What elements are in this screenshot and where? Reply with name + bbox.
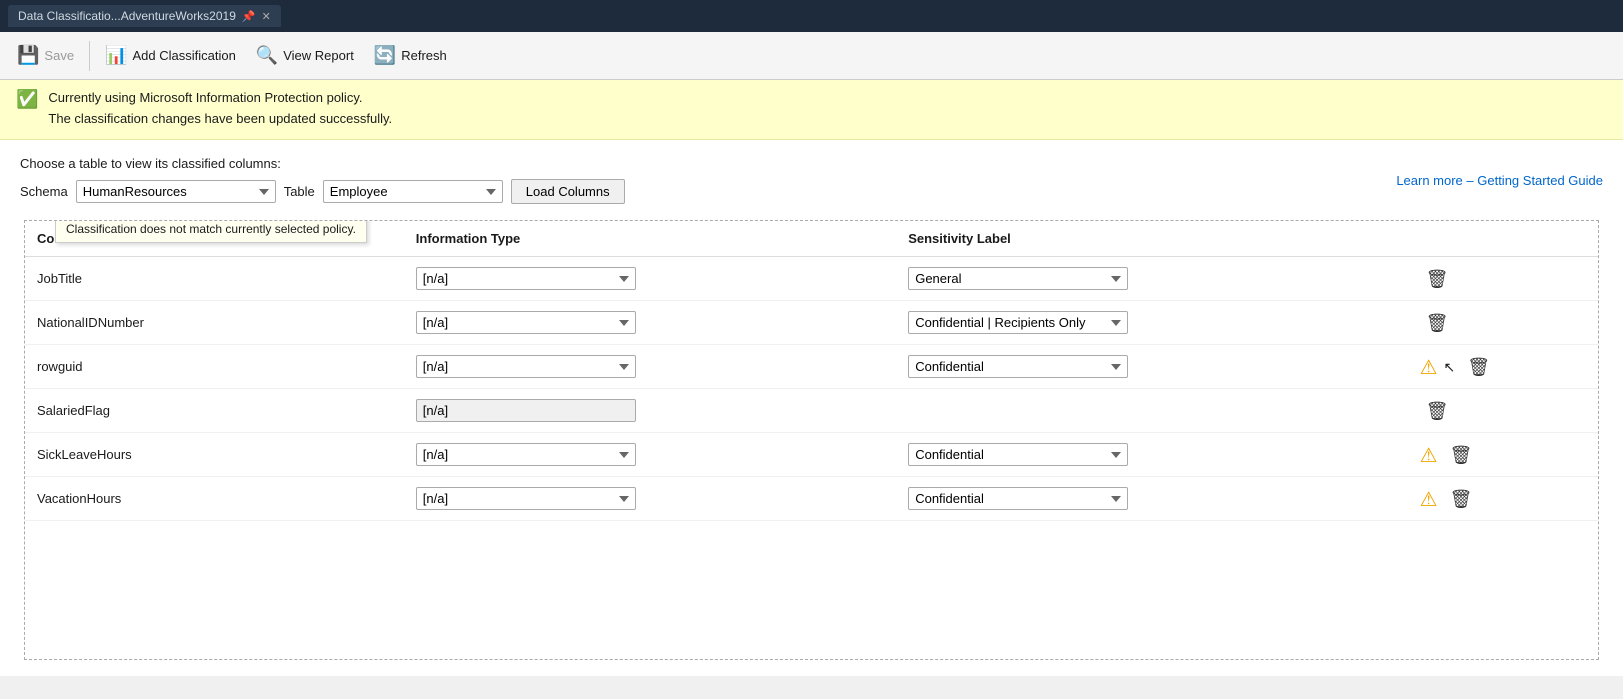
- table-row: VacationHours [n/a]CredentialsCredit Card…: [25, 477, 1598, 521]
- actions-cell: ⚠ ↖ 🗑: [1408, 345, 1598, 388]
- sensitivity-cell: GeneralConfidentialConfidential | Recipi…: [896, 257, 1407, 301]
- view-report-icon: 🔍: [256, 45, 278, 66]
- refresh-label: Refresh: [401, 48, 447, 63]
- delete-button[interactable]: 🗑: [1461, 355, 1496, 380]
- column-name: SalariedFlag: [25, 389, 404, 433]
- info-type-cell: [n/a]CredentialsCredit CardBankingFinanc…: [404, 433, 896, 477]
- data-table: Column Information Type Sensitivity Labe…: [25, 221, 1598, 521]
- sensitivity-cell: ConfidentialGeneralConfidential | Recipi…: [896, 433, 1407, 477]
- title-tab: Data Classificatio...AdventureWorks2019 …: [8, 5, 281, 27]
- close-icon[interactable]: ✕: [262, 10, 271, 23]
- actions-cell: 🗑: [1408, 257, 1598, 300]
- cursor-indicator: ↖: [1444, 359, 1456, 376]
- sensitivity-select[interactable]: ConfidentialGeneralConfidential | Recipi…: [908, 355, 1128, 378]
- info-type-cell: [n/a]CredentialsCredit CardBankingFinanc…: [404, 301, 896, 345]
- actions-cell: ⚠🗑: [1408, 477, 1598, 520]
- title-bar: Data Classificatio...AdventureWorks2019 …: [0, 0, 1623, 32]
- warning-icon: ⚠: [1420, 355, 1438, 380]
- table-label: Table: [284, 184, 315, 199]
- column-name: VacationHours: [25, 477, 404, 521]
- notification-line2: The classification changes have been upd…: [48, 109, 392, 130]
- table-select[interactable]: Employee Department Shift EmployeeDepart…: [323, 180, 503, 203]
- info-type-select[interactable]: [n/a]CredentialsCredit CardBankingFinanc…: [416, 487, 636, 510]
- tab-title: Data Classificatio...AdventureWorks2019: [18, 9, 236, 23]
- load-columns-button[interactable]: Load Columns: [511, 179, 625, 204]
- schema-label: Schema: [20, 184, 68, 199]
- data-table-container: Column Information Type Sensitivity Labe…: [24, 220, 1599, 660]
- info-type-cell: [n/a]CredentialsCredit CardBankingFinanc…: [404, 257, 896, 301]
- sensitivity-select[interactable]: GeneralConfidentialConfidential | Recipi…: [908, 267, 1128, 290]
- sensitivity-select[interactable]: Confidential | Recipients OnlyGeneralCon…: [908, 311, 1128, 334]
- delete-button[interactable]: 🗑: [1420, 267, 1455, 292]
- sensitivity-label-header: Sensitivity Label: [896, 221, 1407, 257]
- sensitivity-select[interactable]: ConfidentialGeneralConfidential | Recipi…: [908, 487, 1128, 510]
- table-row: rowguid [n/a]CredentialsCredit CardBankin…: [25, 345, 1598, 389]
- toolbar-separator-1: [89, 41, 90, 71]
- warning-icon: ⚠: [1420, 487, 1438, 512]
- delete-button[interactable]: 🗑: [1444, 487, 1479, 512]
- actions-cell: 🗑: [1408, 301, 1598, 344]
- notification-bar: ✅ Currently using Microsoft Information …: [0, 80, 1623, 140]
- toolbar: 💾 Save 📊 Add Classification 🔍 View Repor…: [0, 32, 1623, 80]
- filter-row-left: Choose a table to view its classified co…: [20, 156, 625, 204]
- actions-cell: 🗑: [1408, 389, 1598, 432]
- add-classification-label: Add Classification: [132, 48, 235, 63]
- pin-icon[interactable]: 📌: [242, 10, 256, 23]
- sensitivity-cell: Confidential | Recipients OnlyGeneralCon…: [896, 301, 1407, 345]
- warning-icon: ⚠: [1420, 443, 1438, 468]
- filter-row: Choose a table to view its classified co…: [20, 156, 1603, 204]
- sensitivity-cell: Classification does not match currently …: [896, 389, 1407, 433]
- filter-prompt-line: Choose a table to view its classified co…: [20, 156, 625, 171]
- success-icon: ✅: [16, 89, 38, 110]
- filter-selects-line: Schema HumanResources dbo Person Product…: [20, 179, 625, 204]
- main-content: Choose a table to view its classified co…: [0, 140, 1623, 676]
- add-classification-button[interactable]: 📊 Add Classification: [96, 40, 245, 71]
- info-type-select[interactable]: [n/a]CredentialsCredit CardBankingFinanc…: [416, 443, 636, 466]
- table-row: SalariedFlag [n/a]CredentialsCredit CardB…: [25, 389, 1598, 433]
- table-row: SickLeaveHours [n/a]CredentialsCredit Car…: [25, 433, 1598, 477]
- filter-prompt: Choose a table to view its classified co…: [20, 156, 281, 171]
- notification-line1: Currently using Microsoft Information Pr…: [48, 88, 392, 109]
- actions-cell: ⚠🗑: [1408, 433, 1598, 476]
- info-type-select[interactable]: [n/a]CredentialsCredit CardBankingFinanc…: [416, 311, 636, 334]
- table-row: JobTitle [n/a]CredentialsCredit CardBanki…: [25, 257, 1598, 301]
- policy-mismatch-tooltip: Classification does not match currently …: [55, 220, 367, 243]
- notification-text: Currently using Microsoft Information Pr…: [48, 88, 392, 130]
- info-type-cell: [n/a]CredentialsCredit CardBankingFinanc…: [404, 389, 896, 433]
- table-row: NationalIDNumber [n/a]CredentialsCredit C…: [25, 301, 1598, 345]
- sensitivity-select[interactable]: ConfidentialGeneralConfidential | Recipi…: [908, 443, 1128, 466]
- refresh-icon: 🔄: [374, 45, 396, 66]
- column-name: SickLeaveHours: [25, 433, 404, 477]
- save-label: Save: [44, 48, 74, 63]
- sensitivity-cell: ConfidentialGeneralConfidential | Recipi…: [896, 345, 1407, 389]
- info-type-cell: [n/a]CredentialsCredit CardBankingFinanc…: [404, 477, 896, 521]
- delete-button[interactable]: 🗑: [1444, 443, 1479, 468]
- info-type-cell: [n/a]CredentialsCredit CardBankingFinanc…: [404, 345, 896, 389]
- sensitivity-cell: ConfidentialGeneralConfidential | Recipi…: [896, 477, 1407, 521]
- schema-select[interactable]: HumanResources dbo Person Production Pur…: [76, 180, 276, 203]
- view-report-label: View Report: [283, 48, 354, 63]
- info-type-select[interactable]: [n/a]CredentialsCredit CardBankingFinanc…: [416, 355, 636, 378]
- actions-header: [1408, 221, 1598, 257]
- delete-button[interactable]: 🗑: [1420, 399, 1455, 424]
- column-name: rowguid: [25, 345, 404, 389]
- view-report-button[interactable]: 🔍 View Report: [247, 40, 363, 71]
- refresh-button[interactable]: 🔄 Refresh: [365, 40, 456, 71]
- column-name: NationalIDNumber: [25, 301, 404, 345]
- info-type-select-salaried[interactable]: [n/a]CredentialsCredit CardBankingFinanc…: [416, 399, 636, 422]
- add-classification-icon: 📊: [105, 45, 127, 66]
- learn-more-link[interactable]: Learn more – Getting Started Guide: [1396, 173, 1603, 188]
- save-icon: 💾: [17, 45, 39, 66]
- column-name: JobTitle: [25, 257, 404, 301]
- information-type-header: Information Type: [404, 221, 896, 257]
- info-type-select[interactable]: [n/a]CredentialsCredit CardBankingFinanc…: [416, 267, 636, 290]
- save-button[interactable]: 💾 Save: [8, 40, 83, 71]
- delete-button[interactable]: 🗑: [1420, 311, 1455, 336]
